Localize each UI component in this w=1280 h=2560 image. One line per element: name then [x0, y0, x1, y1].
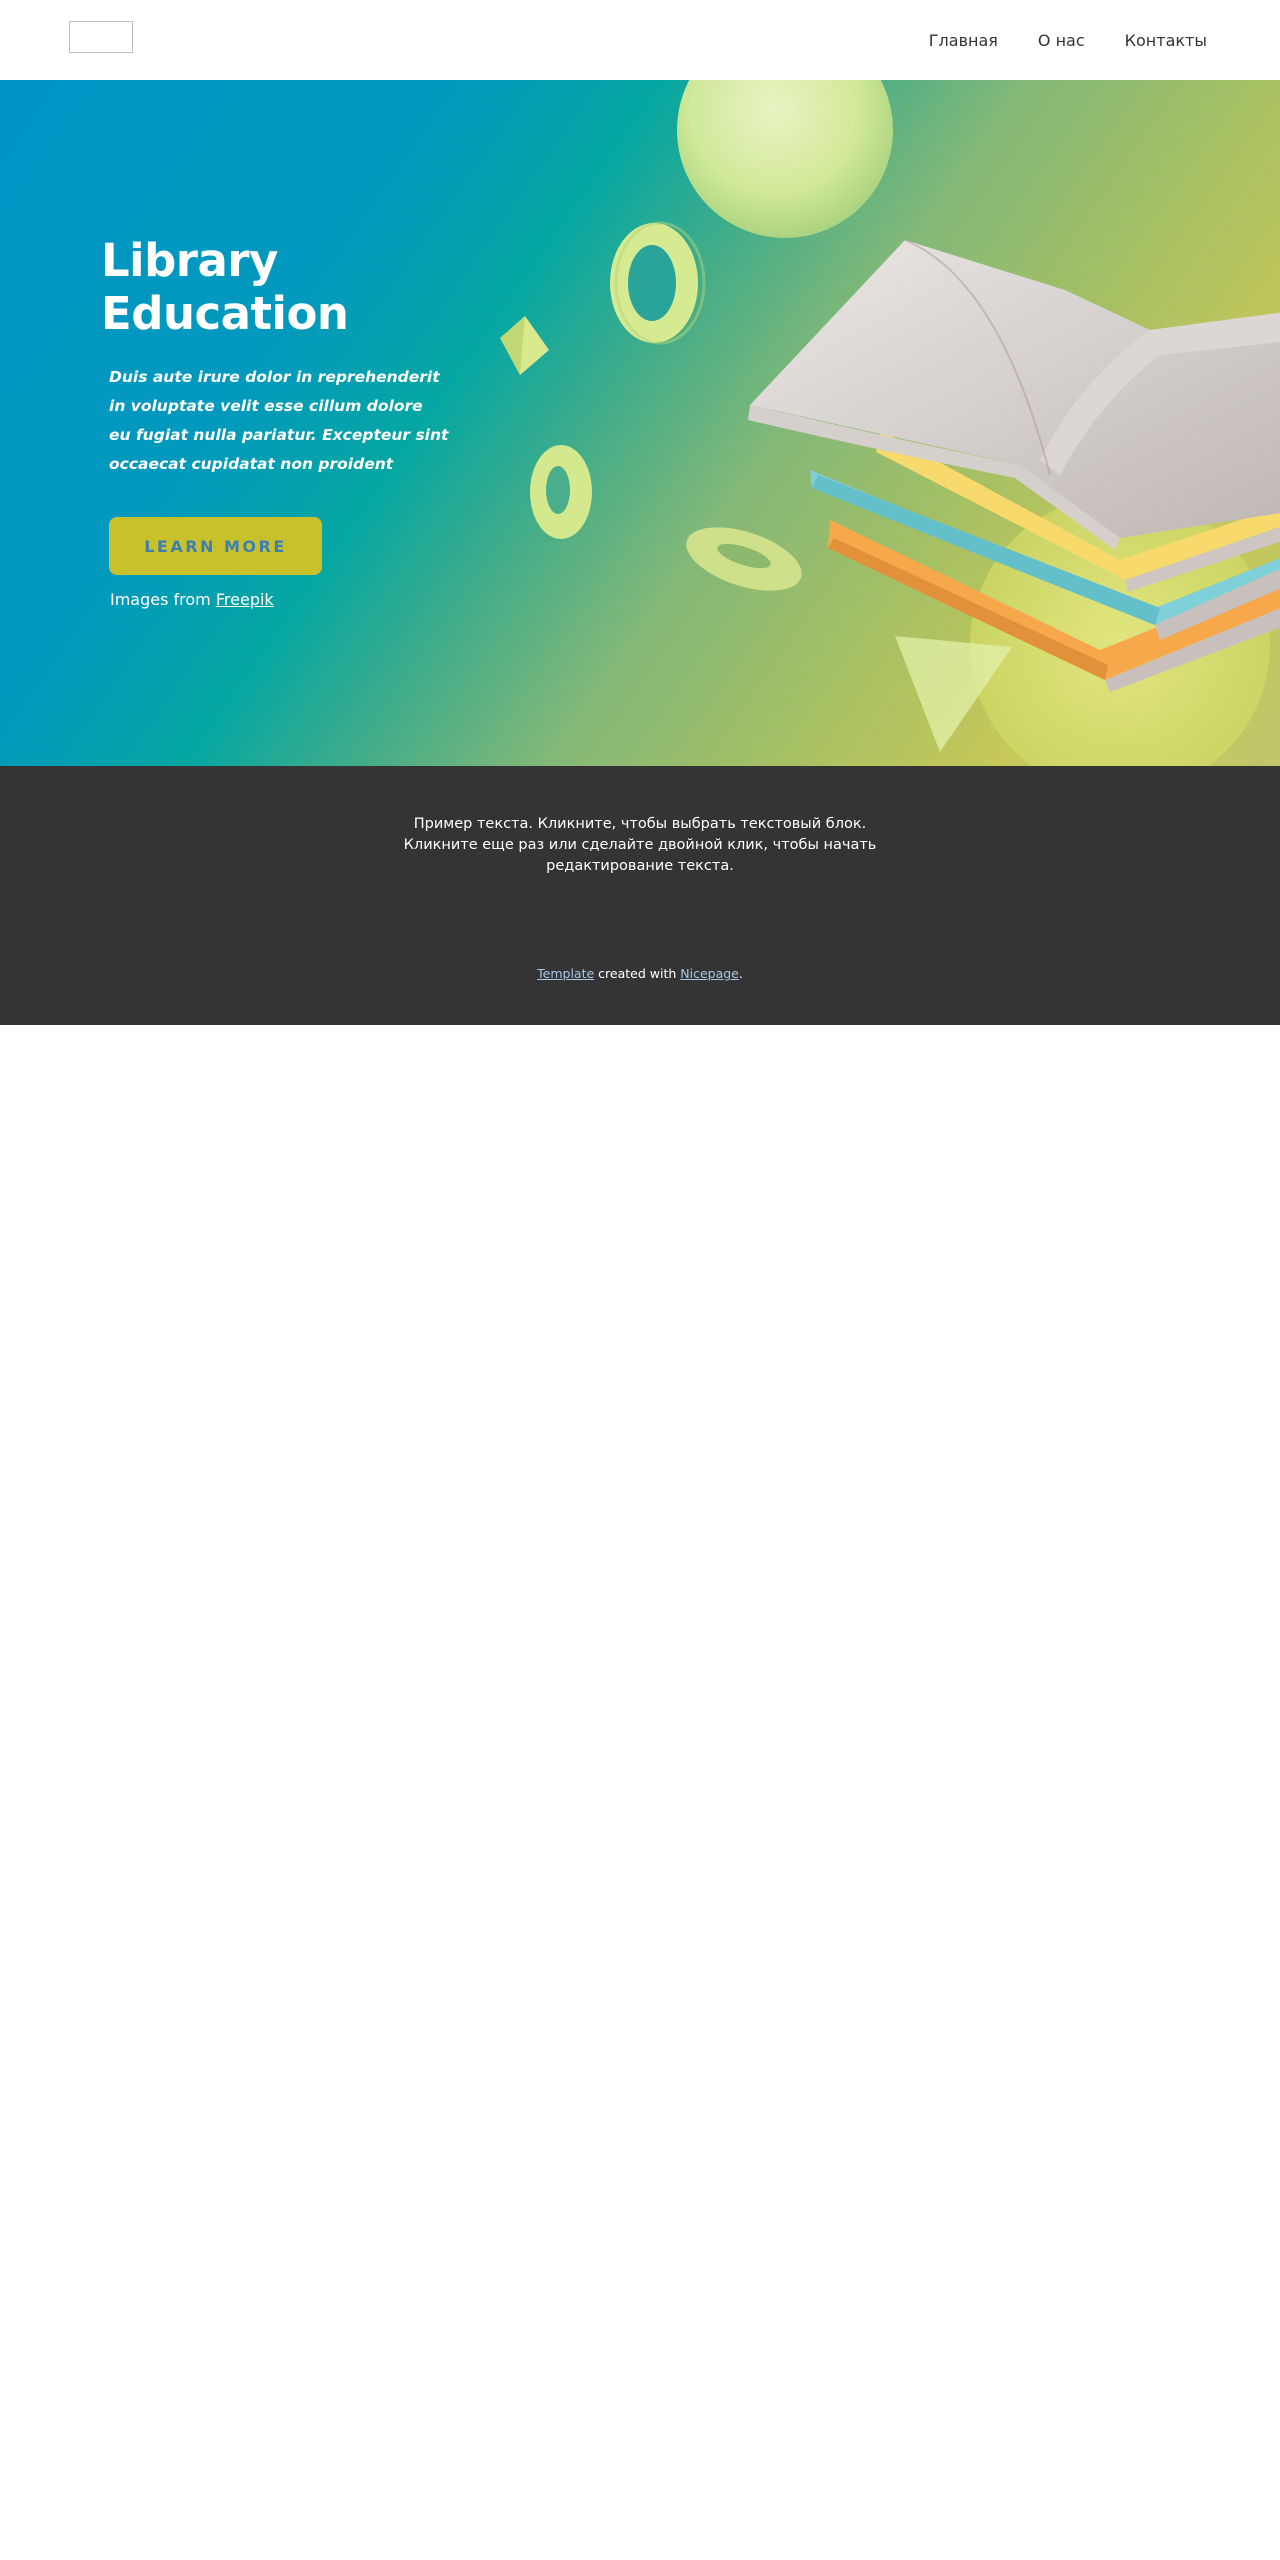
- nav-item-contacts[interactable]: Контакты: [1125, 31, 1207, 50]
- nicepage-link[interactable]: Nicepage: [680, 966, 739, 981]
- nav-item-home[interactable]: Главная: [929, 31, 998, 50]
- hero-title-line2: Education: [101, 287, 349, 340]
- nav-item-about[interactable]: О нас: [1038, 31, 1085, 50]
- hero-section: Library Education Duis aute irure dolor …: [0, 80, 1280, 766]
- freepik-link[interactable]: Freepik: [216, 590, 274, 609]
- hero-title: Library Education: [101, 234, 461, 340]
- logo-placeholder[interactable]: [69, 21, 133, 53]
- hero-title-line1: Library: [101, 234, 278, 287]
- book-stack-illustration: [748, 239, 1280, 692]
- footer-credit: Template created with Nicepage.: [0, 966, 1280, 981]
- learn-more-button[interactable]: LEARN MORE: [109, 517, 322, 575]
- template-link[interactable]: Template: [537, 966, 594, 981]
- footer-credit-middle: created with: [594, 966, 681, 981]
- footer-credit-end: .: [738, 966, 743, 981]
- main-nav: Главная О нас Контакты: [929, 0, 1207, 80]
- torus-flat: [686, 527, 802, 591]
- torus-large: [610, 221, 706, 345]
- image-credit-prefix: Images from: [110, 590, 216, 609]
- top-hemisphere-shape: [677, 80, 893, 238]
- torus-small: [530, 445, 592, 539]
- hero-description: Duis aute irure dolor in reprehenderit i…: [109, 368, 449, 473]
- sample-text-block[interactable]: Пример текста. Кликните, чтобы выбрать т…: [400, 814, 880, 877]
- image-credit: Images from Freepik: [110, 590, 274, 609]
- site-header: Главная О нас Контакты: [0, 0, 1280, 80]
- info-section: Пример текста. Кликните, чтобы выбрать т…: [0, 766, 1280, 1025]
